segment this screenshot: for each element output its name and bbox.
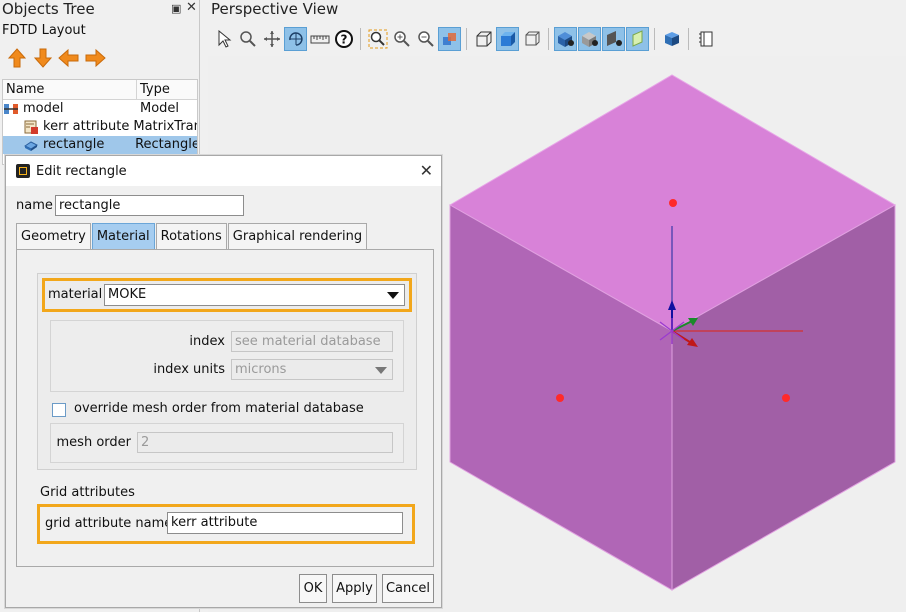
layout-label: FDTD Layout: [2, 23, 86, 38]
material-highlight: material MOKE: [42, 278, 412, 312]
face-marker: [782, 394, 790, 402]
zoom-out-icon[interactable]: [414, 27, 437, 51]
dialog-title: Edit rectangle: [36, 163, 127, 179]
override-mesh-label: override mesh order from material databa…: [74, 401, 364, 416]
view-toolbar: ?: [212, 25, 717, 53]
material-tab-panel: material MOKE index see material databas…: [16, 249, 434, 567]
chevron-down-icon: [375, 367, 387, 374]
tab-geometry[interactable]: Geometry: [16, 223, 91, 250]
layers-icon[interactable]: [438, 27, 461, 51]
close-icon[interactable]: ✕: [420, 161, 433, 180]
index-units-label: index units: [153, 362, 225, 377]
solid-cube-icon[interactable]: [496, 27, 519, 51]
tab-rotations[interactable]: Rotations: [155, 223, 227, 250]
move-arrows: [6, 48, 106, 68]
apply-button-label: Apply: [336, 581, 373, 596]
mesh-order-group: mesh order 2: [50, 423, 404, 463]
index-input[interactable]: see material database: [231, 331, 393, 352]
select-pointer-icon[interactable]: [212, 27, 235, 51]
zoom-extent-icon[interactable]: [366, 27, 389, 51]
material-label: material: [48, 287, 103, 302]
toolbar-separator: [688, 28, 689, 50]
tree-row-type: Rectangle: [135, 137, 197, 152]
ruler-icon[interactable]: [308, 27, 331, 51]
frame-cube-icon[interactable]: [520, 27, 543, 51]
mesh-order-input[interactable]: 2: [137, 432, 393, 453]
model-icon: [4, 104, 18, 114]
zoom-in-icon[interactable]: [390, 27, 413, 51]
float-panel-icon[interactable]: ▣: [171, 2, 181, 15]
tree-row-label: rectangle: [43, 137, 105, 152]
ok-button-label: OK: [303, 581, 323, 596]
view-transparent-icon[interactable]: [626, 27, 649, 51]
index-label: index: [189, 334, 225, 349]
view-solid-eye-icon[interactable]: [554, 27, 577, 51]
tree-row-rectangle[interactable]: rectangle Rectangle: [3, 136, 197, 154]
tab-material[interactable]: Material: [91, 223, 155, 250]
index-group: index see material database index units …: [50, 320, 404, 392]
grid-attribute-label: grid attribute name: [45, 516, 173, 531]
pan-icon[interactable]: [260, 27, 283, 51]
tree-row-type: Model: [140, 101, 180, 116]
move-left-icon[interactable]: [58, 48, 80, 68]
perspective-view-title: Perspective View: [211, 0, 339, 18]
index-units-select[interactable]: microns: [231, 359, 393, 380]
toolbar-separator: [466, 28, 467, 50]
grid-attribute-highlight: grid attribute name kerr attribute: [37, 504, 415, 544]
tree-row-label: kerr attribute: [43, 119, 130, 134]
attribute-icon: [24, 120, 38, 134]
tree-row-label: model: [23, 101, 64, 116]
help-icon[interactable]: ?: [332, 27, 355, 51]
toolbar-separator: [360, 28, 361, 50]
name-input[interactable]: rectangle: [55, 195, 244, 216]
rectangle-icon: [24, 141, 38, 151]
app-icon: [16, 164, 30, 178]
name-label: name: [16, 198, 53, 213]
override-mesh-checkbox[interactable]: [52, 403, 66, 417]
tree-row-type: MatrixTran: [133, 119, 197, 134]
move-down-icon[interactable]: [32, 48, 54, 68]
rotate-icon[interactable]: [284, 27, 307, 51]
object-cube-icon[interactable]: [660, 27, 683, 51]
toolbar-separator: [548, 28, 549, 50]
chevron-down-icon: [387, 292, 399, 299]
toolbar-separator: [654, 28, 655, 50]
ok-button[interactable]: OK: [299, 574, 327, 603]
svg-text:?: ?: [340, 33, 347, 47]
material-select[interactable]: MOKE: [104, 284, 405, 306]
material-group: material MOKE index see material databas…: [37, 273, 417, 470]
tree-row-model[interactable]: model Model: [3, 100, 197, 118]
apply-button[interactable]: Apply: [332, 574, 377, 603]
cancel-button-label: Cancel: [385, 581, 431, 596]
cancel-button[interactable]: Cancel: [382, 574, 434, 603]
material-select-value: MOKE: [108, 287, 147, 302]
tree-row-kerr-attribute[interactable]: kerr attribute MatrixTran: [3, 118, 197, 136]
column-header-type[interactable]: Type: [137, 80, 170, 99]
grid-attribute-input[interactable]: kerr attribute: [167, 512, 403, 534]
objects-tree-table: Name Type model Model kerr attribute Mat…: [2, 79, 198, 165]
view-grey-eye-icon[interactable]: [578, 27, 601, 51]
index-units-value: microns: [235, 362, 287, 377]
mesh-order-label: mesh order: [56, 435, 131, 450]
objects-tree-title: Objects Tree: [2, 0, 95, 18]
page-layout-icon[interactable]: [694, 27, 717, 51]
wireframe-cube-icon[interactable]: [472, 27, 495, 51]
move-up-icon[interactable]: [6, 48, 28, 68]
dialog-titlebar[interactable]: Edit rectangle ✕: [6, 156, 441, 186]
tree-header: Name Type: [3, 80, 197, 100]
face-marker: [556, 394, 564, 402]
tab-bar: Geometry Material Rotations Graphical re…: [16, 223, 368, 250]
face-marker: [669, 199, 677, 207]
edit-rectangle-dialog: Edit rectangle ✕ name rectangle Geometry…: [5, 155, 442, 608]
grid-attributes-title: Grid attributes: [40, 485, 135, 500]
view-plane-eye-icon[interactable]: [602, 27, 625, 51]
tab-graphical-rendering[interactable]: Graphical rendering: [227, 223, 368, 250]
move-right-icon[interactable]: [84, 48, 106, 68]
close-panel-icon[interactable]: ✕: [186, 0, 197, 15]
column-header-name[interactable]: Name: [3, 80, 137, 99]
zoom-region-icon[interactable]: [236, 27, 259, 51]
